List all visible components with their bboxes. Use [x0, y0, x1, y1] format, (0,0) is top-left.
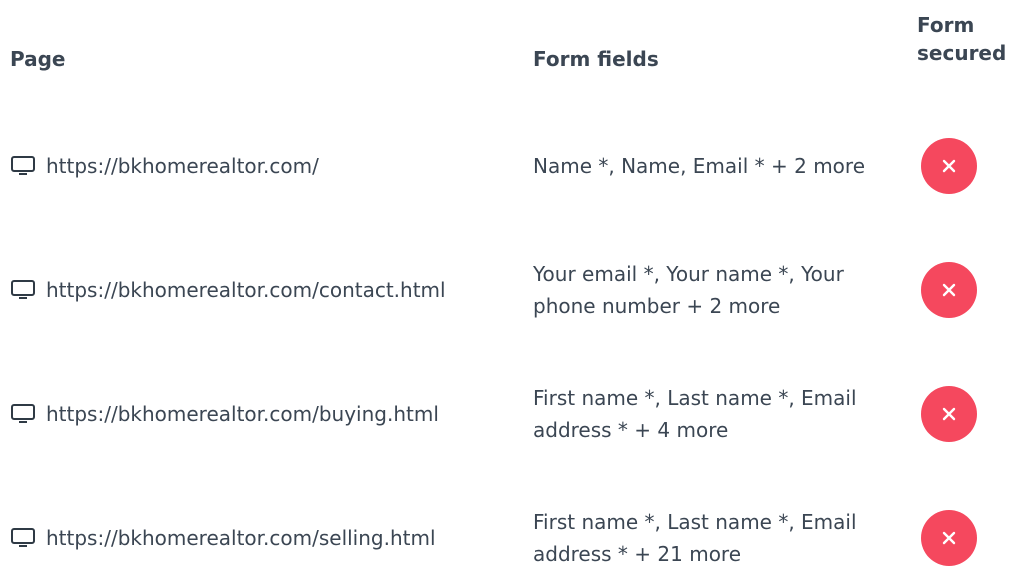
not-secured-badge [921, 138, 977, 194]
x-icon [942, 407, 956, 421]
x-icon [942, 531, 956, 545]
column-header-form-secured: Form secured [917, 11, 1020, 67]
form-fields-cell: First name *, Last name *, Email address… [533, 510, 857, 566]
table-row: https://bkhomerealtor.com/ Name *, Name,… [0, 126, 1020, 206]
table-row: https://bkhomerealtor.com/contact.html Y… [0, 250, 1020, 330]
page-cell: https://bkhomerealtor.com/contact.html [10, 250, 446, 330]
table-row: https://bkhomerealtor.com/buying.html Fi… [0, 374, 1020, 454]
page-url[interactable]: https://bkhomerealtor.com/contact.html [46, 278, 446, 302]
column-header-form-secured-line1: Form [917, 13, 975, 37]
form-secured-cell [921, 374, 977, 454]
column-header-page: Page [10, 47, 66, 71]
form-fields-cell: Name *, Name, Email * + 2 more [533, 154, 866, 178]
page-url[interactable]: https://bkhomerealtor.com/buying.html [46, 402, 439, 426]
form-secured-cell [921, 126, 977, 206]
page-cell: https://bkhomerealtor.com/buying.html [10, 374, 439, 454]
page-cell: https://bkhomerealtor.com/selling.html [10, 498, 436, 568]
x-icon [942, 159, 956, 173]
not-secured-badge [921, 262, 977, 318]
not-secured-badge [921, 510, 977, 566]
page-url[interactable]: https://bkhomerealtor.com/selling.html [46, 526, 436, 550]
desktop-monitor-icon [10, 403, 36, 425]
table-row: https://bkhomerealtor.com/selling.html F… [0, 498, 1020, 568]
form-fields-cell: First name *, Last name *, Email address… [533, 386, 857, 442]
desktop-monitor-icon [10, 279, 36, 301]
forms-table: Page Form fields Form secured https://bk… [0, 0, 1020, 568]
page-url[interactable]: https://bkhomerealtor.com/ [46, 154, 319, 178]
page-cell: https://bkhomerealtor.com/ [10, 126, 319, 206]
form-fields-cell: Your email *, Your name *, Your phone nu… [533, 262, 844, 318]
not-secured-badge [921, 386, 977, 442]
desktop-monitor-icon [10, 527, 36, 549]
desktop-monitor-icon [10, 155, 36, 177]
form-secured-cell [921, 250, 977, 330]
form-secured-cell [921, 498, 977, 568]
x-icon [942, 283, 956, 297]
column-header-form-fields: Form fields [533, 47, 659, 71]
column-header-form-secured-line2: secured [917, 41, 1007, 65]
